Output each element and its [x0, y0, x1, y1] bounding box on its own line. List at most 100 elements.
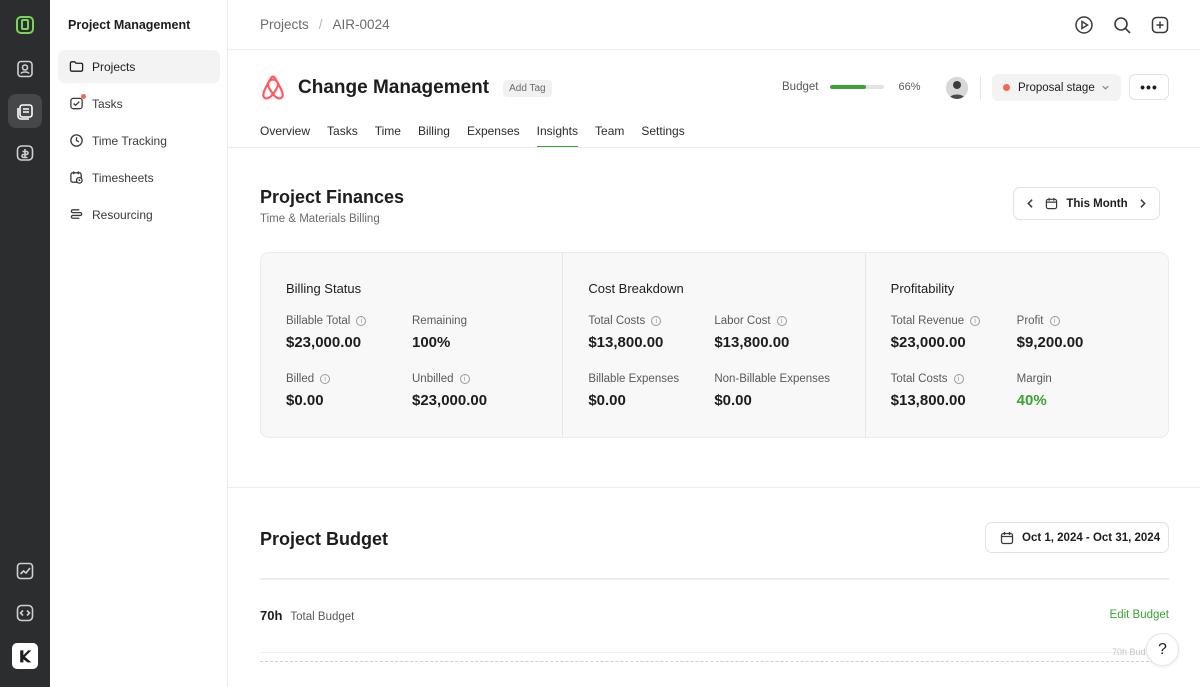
- metric-label: Billed: [286, 373, 315, 385]
- stage-status-dot: [1003, 84, 1010, 91]
- help-button[interactable]: ?: [1146, 633, 1179, 666]
- sidebar-item-label: Projects: [92, 59, 136, 74]
- metric-label-row: Total Costs i: [588, 315, 663, 327]
- sidebar-item-label: Resourcing: [92, 207, 153, 222]
- finances-title: Project Finances: [260, 187, 405, 207]
- breadcrumb-current: AIR-0024: [332, 17, 390, 32]
- metric-label: Remaining: [412, 315, 467, 327]
- date-range-label: Oct 1, 2024 - Oct 31, 2024: [1022, 531, 1161, 544]
- info-icon[interactable]: i: [651, 316, 662, 326]
- metric-labor-cost: Labor Cost i $13,800.00: [714, 315, 789, 351]
- metric-label-row: Total Costs i: [891, 373, 966, 385]
- sidebar-title: Project Management: [68, 18, 191, 32]
- metric-value: $13,800.00: [714, 334, 790, 351]
- finances-subtitle: Time & Materials Billing: [260, 213, 380, 225]
- info-icon[interactable]: i: [320, 374, 331, 384]
- date-range-picker[interactable]: Oct 1, 2024 - Oct 31, 2024: [985, 522, 1169, 553]
- card-title: Profitability: [890, 281, 955, 296]
- app-rail: [0, 0, 50, 687]
- notification-dot: [81, 94, 86, 99]
- edit-budget-link[interactable]: Edit Budget: [1110, 609, 1169, 621]
- metric-profit: Profit i $9,200.00: [1017, 315, 1084, 351]
- tab-team[interactable]: Team: [595, 124, 624, 148]
- project-header: Change Management Add Tag: [260, 74, 552, 102]
- metric-label-row: Unbilled i: [412, 373, 487, 385]
- sidebar-item-label: Time Tracking: [92, 133, 167, 148]
- breadcrumb-projects-link[interactable]: Projects: [260, 17, 309, 32]
- more-options-button[interactable]: •••: [1129, 74, 1169, 100]
- airbnb-logo-icon: [262, 75, 284, 100]
- metric-label-row: Billable Total i: [286, 315, 367, 327]
- metric-value: 100%: [412, 334, 451, 351]
- sidebar-item-time-tracking[interactable]: Time Tracking: [58, 124, 220, 157]
- period-label[interactable]: This Month: [1066, 198, 1127, 210]
- metric-total-costs: Total Costs i $13,800.00: [588, 315, 663, 351]
- sidebar-item-projects[interactable]: Projects: [58, 50, 220, 83]
- budget-progress-fill: [830, 85, 867, 89]
- finance-cards: Billing Status Billable Total i $23,000.00 R…: [260, 252, 1169, 438]
- metric-label-row: Margin: [1017, 373, 1052, 385]
- metric-value: $13,800.00: [588, 334, 664, 351]
- tab-insights[interactable]: Insights: [536, 124, 579, 148]
- budget-progress-bar: [830, 85, 885, 89]
- metric-remaining: Remaining 100%: [412, 315, 467, 351]
- tab-settings[interactable]: Settings: [641, 124, 684, 148]
- tab-overview[interactable]: Overview: [260, 124, 310, 148]
- period-selector: This Month: [1013, 187, 1160, 220]
- info-icon[interactable]: i: [970, 316, 981, 326]
- metric-value: $13,800.00: [890, 392, 966, 409]
- tab-tasks[interactable]: Tasks: [327, 124, 358, 148]
- info-icon[interactable]: i: [459, 374, 470, 384]
- add-icon[interactable]: [1150, 15, 1170, 35]
- metric-label: Total Costs: [588, 315, 646, 327]
- budget-chart-marker-label: 70h Bud: [1112, 647, 1146, 657]
- sidebar-item-label: Tasks: [92, 96, 123, 111]
- metric-label: Labor Cost: [714, 315, 771, 327]
- card-title: Cost Breakdown: [588, 281, 684, 296]
- sidebar-item-tasks[interactable]: Tasks: [58, 87, 220, 120]
- metric-label: Billable Total: [286, 315, 351, 327]
- calendar-icon: [1046, 197, 1058, 210]
- analytics-icon[interactable]: [8, 554, 42, 588]
- projects-module-icon[interactable]: [8, 94, 42, 128]
- sidebar-item-resourcing[interactable]: Resourcing: [58, 198, 220, 231]
- top-bar: Projects / AIR-0024: [228, 0, 1200, 50]
- metric-label-row: Non-Billable Expenses: [714, 373, 830, 385]
- info-icon[interactable]: i: [1049, 316, 1060, 326]
- chevron-right-icon[interactable]: [1136, 197, 1149, 210]
- stack-icon: [70, 209, 83, 219]
- metric-unbilled: Unbilled i $23,000.00: [412, 373, 487, 409]
- breadcrumb-separator: /: [318, 17, 323, 32]
- metric-non-billable-expenses: Non-Billable Expenses $0.00: [714, 373, 830, 409]
- info-icon[interactable]: i: [776, 316, 787, 326]
- search-icon[interactable]: [1112, 15, 1132, 35]
- budget-chart-gridline: [260, 652, 1169, 653]
- budget-chart-dashed-line: [260, 661, 1169, 662]
- calendar-clock-icon: [70, 171, 83, 184]
- card-title: Billing Status: [286, 281, 362, 296]
- info-icon[interactable]: i: [953, 374, 964, 384]
- budget-indicator: Budget 66%: [782, 81, 920, 93]
- app-logo-icon[interactable]: [8, 8, 42, 42]
- integrations-icon[interactable]: [8, 596, 42, 630]
- metric-label: Total Revenue: [890, 315, 965, 327]
- metric-label-row: Profit i: [1017, 315, 1084, 327]
- tab-billing[interactable]: Billing: [418, 124, 450, 148]
- tab-time[interactable]: Time: [375, 124, 401, 148]
- stage-dropdown[interactable]: Proposal stage: [992, 74, 1121, 101]
- metric-margin: Margin 40%: [1017, 373, 1052, 409]
- sidebar-item-timesheets[interactable]: Timesheets: [58, 161, 220, 194]
- contacts-icon[interactable]: [8, 52, 42, 86]
- module-sidebar: Project Management Projects Tasks Time T…: [50, 0, 228, 687]
- chevron-left-icon[interactable]: [1024, 197, 1037, 210]
- tab-expenses[interactable]: Expenses: [467, 124, 520, 148]
- info-icon[interactable]: i: [356, 316, 367, 326]
- workspace-logo-icon[interactable]: [12, 643, 38, 669]
- finance-card-profitability: Profitability Total Revenue i $23,000.00 Pro…: [866, 253, 1168, 437]
- billing-module-icon[interactable]: [8, 136, 42, 170]
- play-icon[interactable]: [1074, 15, 1094, 35]
- metric-label-row: Billable Expenses: [588, 373, 679, 385]
- add-tag-button[interactable]: Add Tag: [503, 79, 552, 97]
- avatar[interactable]: [946, 77, 968, 99]
- budget-percent: 66%: [898, 81, 921, 93]
